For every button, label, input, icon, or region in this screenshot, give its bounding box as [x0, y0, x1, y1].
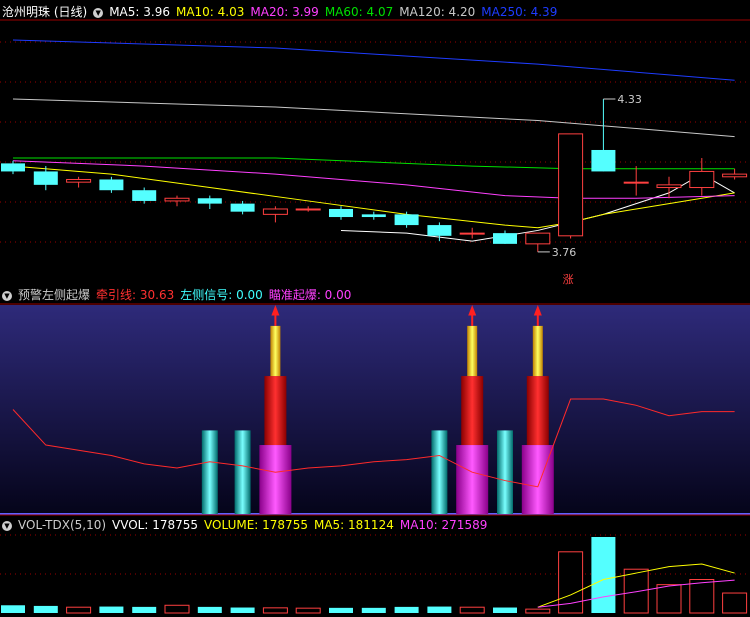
volume-label-2: MA5: 181124: [313, 518, 394, 532]
candle: [623, 181, 649, 184]
volume-bar: [329, 607, 353, 613]
candle: [164, 197, 190, 202]
high-label: 4.33: [617, 93, 642, 106]
volume-bar: [230, 607, 255, 613]
volume-label-1: VOLUME: 178755: [204, 518, 308, 532]
indicator-label-1: 左侧信号: 0.00: [180, 288, 263, 302]
volume-bar: [164, 604, 190, 614]
candle: [427, 225, 452, 236]
candle: [558, 133, 584, 237]
candle: [295, 208, 321, 211]
candle: [230, 203, 255, 212]
volume-bar: [1, 605, 25, 613]
candle: [361, 214, 386, 218]
indicator-background: [0, 305, 750, 514]
volume-bar: [493, 607, 517, 613]
ma-label-1: MA10: 4.03: [175, 5, 245, 19]
chevron-down-icon[interactable]: ▼: [2, 520, 12, 531]
candle: [99, 179, 124, 191]
price-panel: 4.33 3.76 涨: [0, 19, 750, 286]
ignite-bar: [526, 376, 549, 446]
ignite-bar: [521, 445, 554, 514]
stock-title: 沧州明珠 (日线): [2, 5, 88, 19]
chevron-down-icon[interactable]: ▼: [2, 290, 12, 301]
candle: [329, 208, 353, 218]
candle: [262, 208, 288, 215]
indicator-label-0: 牵引线: 30.63: [96, 288, 175, 302]
indicator-title: 预警左侧起爆: [18, 288, 91, 302]
ignite-bar: [461, 376, 484, 446]
ignite-bar: [456, 445, 489, 514]
up-mark-label: 涨: [563, 273, 574, 286]
left-signal-bar: [431, 430, 448, 514]
volume-bar: [459, 606, 485, 614]
candle: [591, 149, 616, 172]
candle: [656, 184, 682, 189]
ignite-bar: [270, 325, 281, 377]
indicator-label-2: 瞄准起爆: 0.00: [268, 288, 352, 302]
candle: [33, 171, 58, 185]
candle: [197, 198, 222, 204]
left-signal-bar: [497, 430, 513, 514]
volume-bar: [525, 608, 551, 614]
indicator-header: ▼ 预警左侧起爆 牵引线: 30.63 左侧信号: 0.00 瞄准起爆: 0.00: [2, 286, 363, 304]
ignite-bar: [264, 376, 287, 446]
volume-bar: [427, 606, 452, 613]
ma-label-4: MA120: 4.20: [399, 5, 476, 19]
volume-label-0: VVOL: 178755: [112, 518, 199, 532]
candle: [459, 232, 485, 235]
candle: [493, 233, 517, 244]
ma-label-3: MA60: 4.07: [324, 5, 394, 19]
volume-title: VOL-TDX(5,10): [18, 518, 107, 532]
low-label: 3.76: [552, 246, 577, 259]
candle: [525, 232, 551, 245]
ma-legend: MA5: 3.96 MA10: 4.03 MA20: 3.99 MA60: 4.07 M…: [109, 5, 563, 19]
volume-bar: [66, 606, 92, 614]
ignite-bar: [259, 445, 292, 514]
ma-label-2: MA20: 3.99: [250, 5, 319, 19]
volume-bar: [99, 606, 124, 613]
candle: [394, 214, 419, 226]
volume-legend: VVOL: 178755 VOLUME: 178755 MA5: 181124 MA1…: [112, 518, 493, 532]
chevron-down-icon[interactable]: ▼: [93, 7, 104, 18]
left-signal-bar: [234, 430, 251, 514]
ma-label-5: MA250: 4.39: [481, 5, 558, 19]
candle: [132, 190, 157, 201]
left-signal-bar: [201, 430, 218, 514]
ma-line: [12, 39, 735, 81]
volume-bar: [295, 607, 321, 614]
volume-label-3: MA10: 271589: [399, 518, 488, 532]
volume-header: ▼ VOL-TDX(5,10) VVOL: 178755 VOLUME: 178755…: [2, 516, 499, 534]
ignite-bar: [467, 325, 478, 377]
indicator-panel: [0, 303, 750, 515]
ma-label-0: MA5: 3.96: [109, 5, 170, 19]
volume-bar: [591, 537, 616, 613]
volume-bar: [722, 592, 748, 614]
candle: [722, 173, 748, 178]
candle: [66, 178, 92, 183]
volume-bar: [361, 607, 386, 613]
candle: [689, 170, 715, 189]
volume-bar: [689, 579, 715, 614]
ma-line: [13, 157, 735, 170]
volume-bar: [262, 607, 288, 614]
volume-bar: [197, 606, 222, 613]
volume-bar: [394, 606, 419, 613]
volume-bar: [33, 605, 58, 613]
price-header: 沧州明珠 (日线) ▼ MA5: 3.96 MA10: 4.03 MA20: 3.99 M…: [2, 3, 569, 21]
volume-bar: [623, 568, 649, 614]
candle: [1, 163, 25, 172]
volume-bar: [656, 584, 682, 614]
volume-bar: [132, 606, 157, 613]
indicator-legend: 牵引线: 30.63 左侧信号: 0.00 瞄准起爆: 0.00: [96, 288, 357, 302]
ignite-bar: [532, 325, 543, 377]
